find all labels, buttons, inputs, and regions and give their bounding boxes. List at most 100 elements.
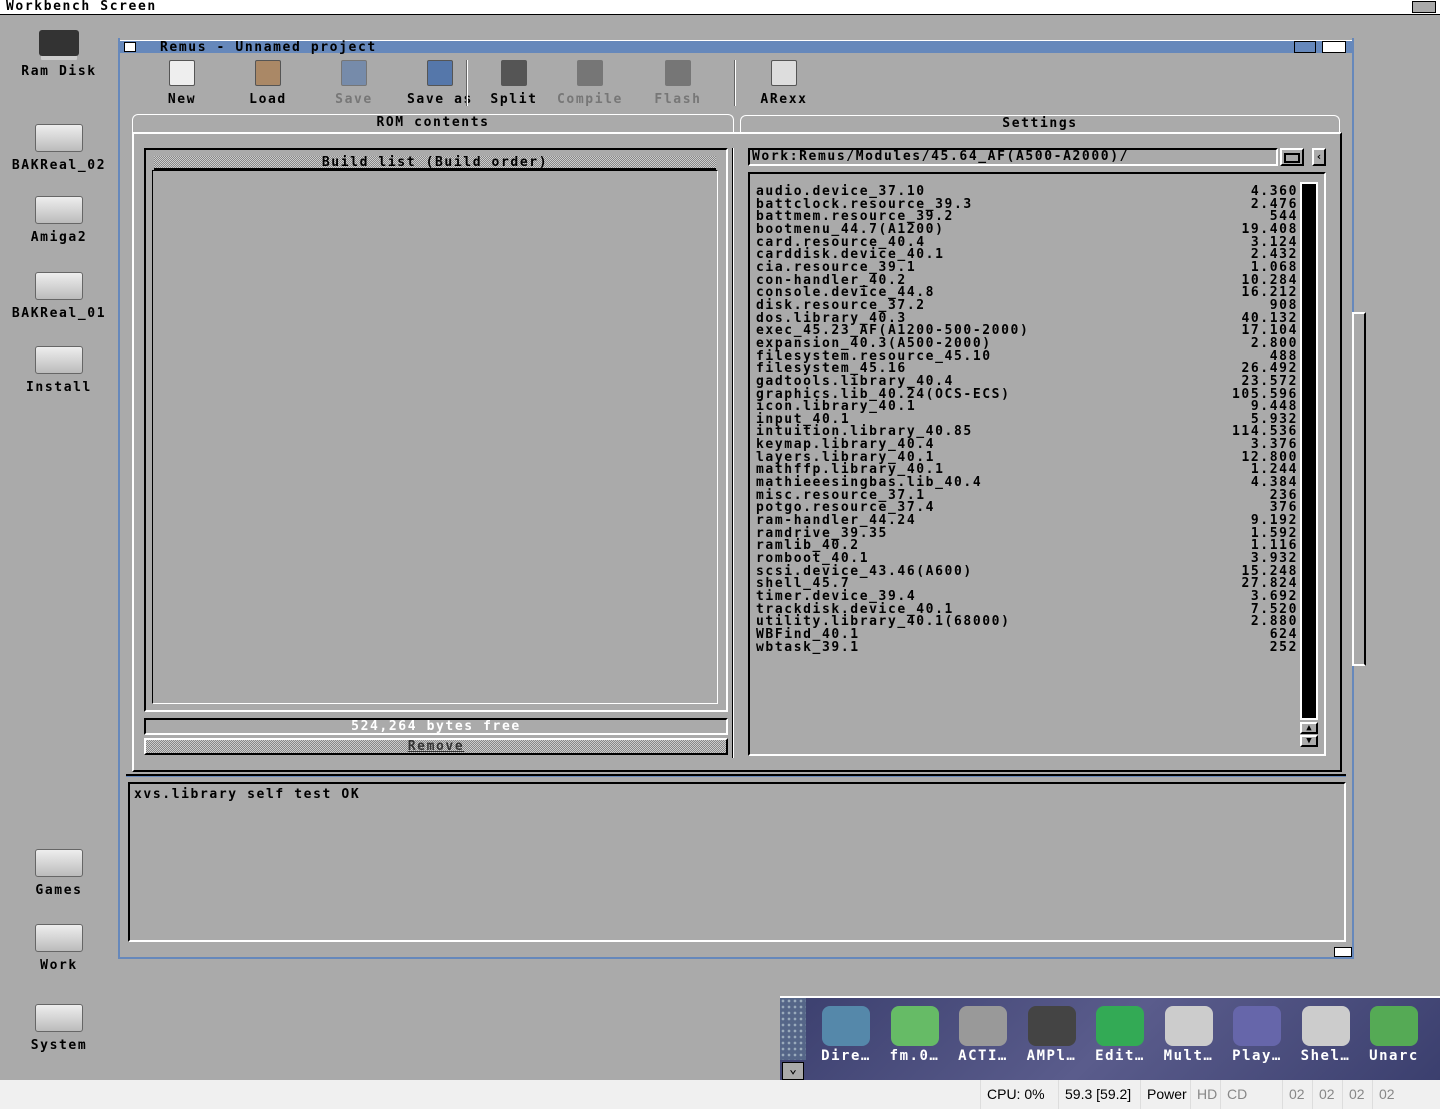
toolbar-button-label: Load xyxy=(249,92,287,107)
size-gadget[interactable] xyxy=(1334,947,1352,957)
desktop-icon-ram-disk[interactable]: Ram Disk xyxy=(0,30,118,79)
drive-3-status: 02 xyxy=(1372,1080,1401,1109)
dock-app-icon[interactable] xyxy=(1301,1006,1350,1046)
drive-icon xyxy=(34,124,84,158)
desktop-icon-label: Work xyxy=(40,958,78,973)
toolbar-button-new[interactable]: New xyxy=(142,60,222,107)
toolbar-button-split[interactable]: Split xyxy=(474,60,554,107)
desktop-icon-label: System xyxy=(30,1038,88,1053)
toolbar-button-flash[interactable]: Flash xyxy=(638,60,718,107)
scrollbar-thumb[interactable] xyxy=(1300,182,1318,720)
cd-led: CD xyxy=(1220,1080,1253,1109)
desktop-icon-system[interactable]: System xyxy=(0,1000,118,1053)
dock-item-label[interactable]: Mult… xyxy=(1155,1048,1223,1064)
module-list[interactable]: audio.device_37.10 4.360 battclock.resourc… xyxy=(756,185,1298,655)
desktop-icon-label: BAKReal_02 xyxy=(11,158,107,173)
dock-app-icon[interactable] xyxy=(1096,1006,1144,1046)
window-title-bar[interactable]: Remus - Unnamed project xyxy=(120,40,1352,55)
drive-icon xyxy=(34,849,84,883)
module-list-item[interactable]: wbtask_39.1 252 xyxy=(756,641,1298,655)
log-area[interactable]: xvs.library self test OK xyxy=(128,782,1346,942)
close-gadget[interactable] xyxy=(124,42,136,52)
toolbar-separator xyxy=(734,60,736,106)
arexx-icon xyxy=(771,60,797,86)
screen-title: Workbench Screen xyxy=(6,0,157,14)
dock-app-icon[interactable] xyxy=(1233,1006,1281,1046)
tab-settings[interactable]: Settings xyxy=(740,115,1340,133)
dock-item-label[interactable]: Edit… xyxy=(1086,1048,1154,1064)
toolbar-button-label: Split xyxy=(490,92,538,107)
chip-icon xyxy=(665,60,691,86)
desktop-icon-bakreal-01[interactable]: BAKReal_01 xyxy=(0,268,118,321)
dock-item-label[interactable]: AMPl… xyxy=(1018,1048,1086,1064)
dock-app-icon[interactable] xyxy=(1027,1006,1076,1046)
drive-0-status: 02 xyxy=(1282,1080,1311,1109)
tab-label: Settings xyxy=(1002,116,1078,131)
desktop-icon-amiga2[interactable]: Amiga2 xyxy=(0,192,118,245)
drive-2-status: 02 xyxy=(1342,1080,1371,1109)
screen-title-bar: Workbench Screen xyxy=(0,0,1440,15)
dock-item-label[interactable]: Unarc xyxy=(1360,1048,1428,1064)
splitter[interactable] xyxy=(126,774,1346,777)
toolbar-button-arexx[interactable]: ARexx xyxy=(744,60,824,107)
chip-icon xyxy=(577,60,603,86)
host-status-bar: CPU: 0% 59.3 [59.2] Power HD CD 02 02 02… xyxy=(0,1080,1440,1109)
desktop-icon-install[interactable]: Install xyxy=(0,342,118,395)
dock-item-label[interactable]: ACTI… xyxy=(949,1048,1017,1064)
desktop-icon-label: Install xyxy=(26,380,92,395)
scroll-down-button[interactable]: ▼ xyxy=(1300,735,1318,747)
toolbar-button-save-as[interactable]: Save as xyxy=(400,60,480,107)
dock-app-icon[interactable] xyxy=(1164,1006,1213,1046)
dock-app-icon[interactable] xyxy=(822,1006,870,1046)
hd-led: HD xyxy=(1190,1080,1223,1109)
dock-app-icon[interactable] xyxy=(890,1006,939,1046)
parent-button[interactable]: ‹ xyxy=(1312,148,1326,166)
dock-item-label[interactable]: Shel… xyxy=(1292,1048,1360,1064)
build-list-frame: Build list (Build order) xyxy=(144,148,728,712)
floppy-icon xyxy=(341,60,367,86)
path-text: Work:Remus/Modules/45.64_AF(A500-A2000)/ xyxy=(752,149,1130,164)
toolbar-button-compile[interactable]: Compile xyxy=(550,60,630,107)
build-list[interactable] xyxy=(152,170,718,704)
scroll-up-button[interactable]: ▲ xyxy=(1300,722,1318,734)
depth-gadget[interactable] xyxy=(1322,41,1346,53)
toolbar-button-label: Save as xyxy=(407,92,473,107)
toolbar: New Load Save Save as Split Compile Flash ARexx xyxy=(130,60,850,110)
desktop-icon-bakreal-02[interactable]: BAKReal_02 xyxy=(0,120,118,173)
chevron-down-icon: ⌄ xyxy=(789,1062,797,1077)
power-led: Power xyxy=(1140,1080,1193,1109)
dock-app-icon[interactable] xyxy=(959,1006,1007,1046)
toolbar-button-save[interactable]: Save xyxy=(314,60,394,107)
desktop-icon-games[interactable]: Games xyxy=(0,845,118,898)
log-line: xvs.library self test OK xyxy=(134,787,361,802)
path-field[interactable]: Work:Remus/Modules/45.64_AF(A500-A2000)/ xyxy=(748,148,1278,166)
tab-rom-contents[interactable]: ROM contents xyxy=(132,114,734,132)
dock-item-label[interactable]: fm.0… xyxy=(881,1048,949,1064)
toolbar-button-label: Flash xyxy=(654,92,702,107)
chevron-left-icon: ‹ xyxy=(1315,150,1323,163)
build-list-header[interactable]: Build list (Build order) xyxy=(154,156,716,170)
desktop-icon-work[interactable]: Work xyxy=(0,920,118,973)
module-list-frame: audio.device_37.10 4.360 battclock.resourc… xyxy=(748,172,1326,756)
arrow-down-icon: ▼ xyxy=(1306,736,1312,746)
dock-item-label[interactable]: Dire… xyxy=(812,1048,880,1064)
floppy-icon xyxy=(427,60,453,86)
dock-app-icon[interactable] xyxy=(1370,1006,1418,1046)
drawer-button[interactable] xyxy=(1280,148,1304,166)
build-list-header-label: Build list (Build order) xyxy=(321,155,549,170)
toolbar-button-load[interactable]: Load xyxy=(228,60,308,107)
screen-depth-gadget[interactable] xyxy=(1412,1,1436,13)
dock-handle[interactable] xyxy=(780,998,806,1060)
dock-menu-button[interactable]: ⌄ xyxy=(782,1062,804,1080)
toolbar-button-label: Compile xyxy=(557,92,623,107)
desktop-icon-label: Games xyxy=(35,883,83,898)
desktop-icon-label: BAKReal_01 xyxy=(11,306,107,321)
zoom-gadget[interactable] xyxy=(1294,41,1316,53)
drive-1-status: 02 xyxy=(1312,1080,1341,1109)
folder-icon xyxy=(255,60,281,86)
remove-label: Remove xyxy=(407,739,465,754)
dock-item-label[interactable]: Play… xyxy=(1223,1048,1291,1064)
toolbar-button-label: ARexx xyxy=(760,92,808,107)
drive-icon xyxy=(34,346,84,380)
remove-button[interactable]: Remove xyxy=(144,738,728,755)
